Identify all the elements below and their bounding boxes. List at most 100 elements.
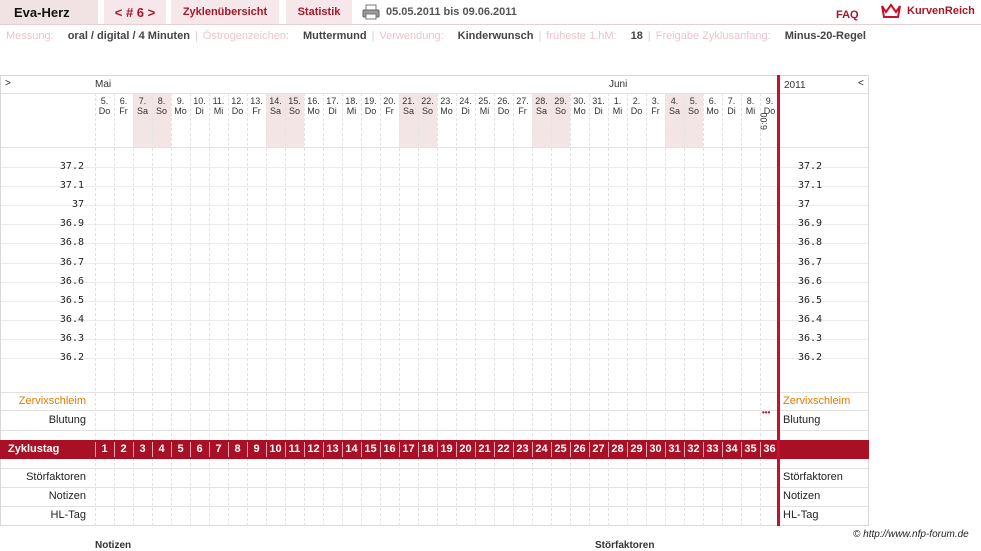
info-value: 18 — [630, 30, 643, 42]
printer-icon[interactable] — [362, 4, 380, 20]
day-header: 5. So — [687, 96, 699, 116]
faq-link[interactable]: FAQ — [836, 9, 859, 21]
day-header: 6. Mo — [706, 96, 719, 116]
logo[interactable]: KurvenReich — [880, 2, 975, 20]
cycle-day-divider — [646, 442, 647, 457]
temp-grid-line — [1, 358, 868, 359]
cycle-day-divider — [342, 442, 343, 457]
scroll-left-button[interactable]: < — [858, 78, 864, 89]
day-grid-line — [513, 93, 514, 526]
cycle-day-number: 12 — [307, 443, 320, 455]
temp-axis-right: 37 — [798, 199, 811, 211]
grid-line — [1, 410, 868, 411]
temp-axis-left: 37 — [71, 199, 84, 211]
temp-axis-left: 36.9 — [59, 218, 84, 230]
cycle-day-number: 16 — [383, 443, 396, 455]
info-value: oral / digital / 4 Minuten — [67, 30, 190, 42]
cycle-day-divider — [608, 442, 609, 457]
cycle-day-divider — [475, 442, 476, 457]
day-grid-line — [114, 93, 115, 526]
cycle-day-number: 33 — [706, 443, 719, 455]
cycle-day-divider — [361, 442, 362, 457]
day-grid-line — [171, 93, 172, 526]
day-grid-line — [209, 93, 210, 526]
temp-grid-line — [1, 243, 868, 245]
cycle-day-divider — [570, 442, 571, 457]
grid-line — [1, 487, 868, 488]
day-grid-line — [190, 93, 191, 526]
day-grid-line — [247, 93, 248, 526]
grid-line — [1, 468, 868, 469]
day-grid-line — [133, 93, 134, 526]
cycle-navigator[interactable]: < # 6 > — [104, 0, 166, 24]
scroll-right-button[interactable]: > — [5, 78, 11, 89]
day-header: 29. So — [554, 96, 567, 116]
cycle-day-divider — [304, 442, 305, 457]
day-grid-line — [475, 93, 476, 526]
day-grid-line — [589, 93, 590, 526]
temp-grid-line — [1, 262, 868, 264]
day-grid-line — [532, 93, 533, 526]
cycle-day-number: 2 — [120, 443, 127, 455]
temp-axis-right: 37.2 — [798, 161, 823, 172]
cycle-day-number: 4 — [158, 443, 165, 455]
cycle-day-number: 15 — [364, 443, 377, 455]
temp-axis-left: 36.7 — [59, 256, 84, 268]
day-header: 3. Fr — [651, 96, 660, 116]
today-line — [777, 75, 780, 526]
cycle-day-divider — [722, 442, 723, 457]
cycle-day-divider — [513, 442, 514, 457]
cycle-day-number: 17 — [402, 443, 415, 455]
day-grid-line — [437, 93, 438, 526]
day-header: 18. Mi — [345, 96, 358, 116]
day-grid-line — [418, 93, 419, 526]
cycle-day-number: 3 — [139, 443, 146, 455]
month-label: Juni — [609, 79, 628, 90]
info-label: Freigabe Zyklusanfang: — [655, 30, 771, 42]
day-grid-line — [95, 93, 96, 526]
cycle-day-number: 5 — [177, 443, 184, 455]
bleeding-label-right: Blutung — [783, 414, 821, 426]
day-grid-line — [304, 93, 305, 526]
cycle-day-divider — [323, 442, 324, 457]
day-header: 19. Do — [364, 96, 377, 116]
day-header: 31. Di — [592, 96, 605, 116]
info-label: Verwendung: — [379, 30, 444, 42]
info-value: Kinderwunsch — [457, 30, 534, 42]
cycle-day-number: 21 — [478, 443, 491, 455]
temp-grid-line — [1, 319, 868, 321]
temp-grid-line — [1, 186, 868, 188]
cycle-day-number: 24 — [535, 443, 548, 455]
user-name: Eva-Herz — [0, 0, 98, 24]
day-grid-line — [551, 93, 552, 526]
day-grid-line — [228, 93, 229, 526]
day-header: 10. Di — [193, 96, 206, 116]
cycle-day-divider — [171, 442, 172, 457]
day-grid-line — [152, 93, 153, 526]
tab-statistics[interactable]: Statistik — [286, 0, 352, 24]
temp-axis-left: 36.4 — [59, 313, 84, 325]
day-grid-line — [741, 93, 742, 526]
hl-day-label-right: HL-Tag — [783, 509, 819, 521]
day-header: 7. Di — [727, 96, 736, 116]
temp-grid-line — [1, 224, 868, 226]
info-value: Muttermund — [303, 30, 367, 42]
day-grid-line — [570, 93, 571, 526]
cervix-label-right: Zervixschleim — [783, 395, 851, 407]
cycle-day-number: 13 — [326, 443, 339, 455]
day-header: 16. Mo — [307, 96, 320, 116]
temp-axis-left: 37.2 — [59, 161, 84, 172]
day-grid-line — [323, 93, 324, 526]
temp-axis-right: 36.6 — [798, 275, 823, 287]
temp-axis-right: 37.1 — [798, 180, 823, 192]
day-grid-line — [646, 93, 647, 526]
cycle-day-number: 20 — [459, 443, 472, 455]
notes-label: Notizen — [48, 490, 86, 502]
cycle-day-divider — [285, 442, 286, 457]
cycle-day-number: 1 — [101, 443, 108, 455]
day-grid-line — [399, 93, 400, 526]
temp-grid-line — [1, 338, 868, 340]
tab-cycle-overview[interactable]: Zyklenübersicht — [171, 0, 279, 24]
cycle-day-number: 6 — [196, 443, 203, 455]
day-grid-line — [494, 93, 495, 526]
